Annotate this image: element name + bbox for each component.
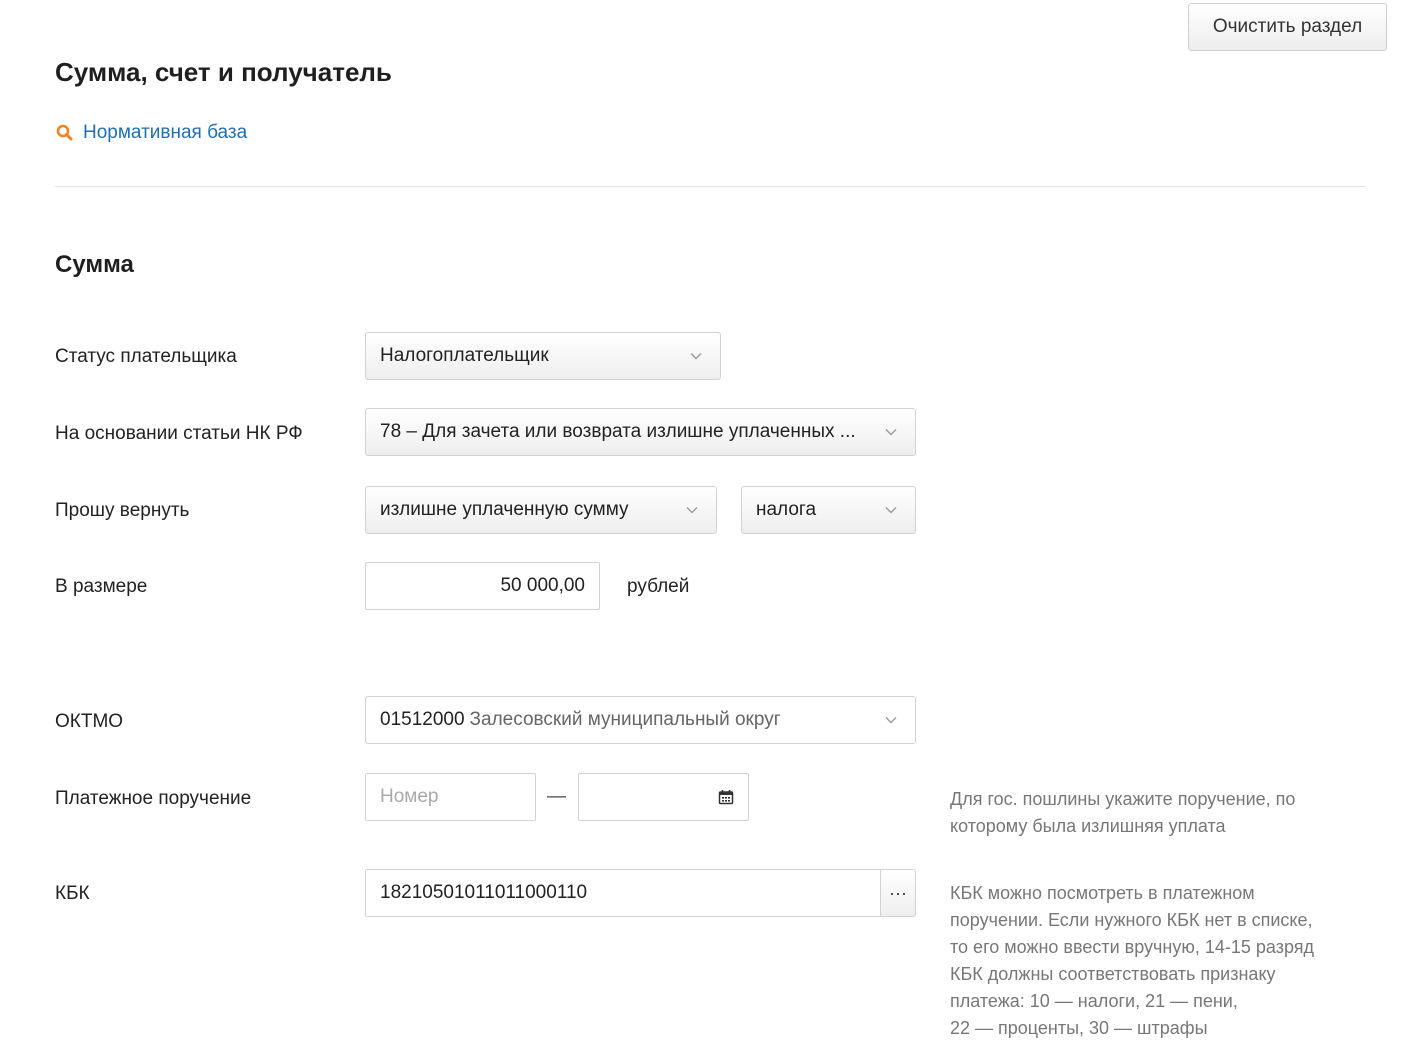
kbk-hint-line: то его можно ввести вручную, 14-15 разря… (950, 937, 1315, 957)
kbk-hint-line: поручении. Если нужного КБК нет в списке… (950, 910, 1313, 930)
payer-status-value: Налогоплательщик (380, 345, 549, 366)
kbk-label: КБК (55, 883, 90, 904)
payer-status-select[interactable]: Налогоплательщик (365, 332, 721, 380)
payment-order-number-placeholder: Номер (380, 786, 439, 807)
kbk-hint: КБК можно посмотреть в платежном поручен… (950, 880, 1370, 1042)
section-title: Сумма (55, 251, 134, 278)
oktmo-code: 01512000 (380, 709, 465, 730)
amount-input[interactable]: 50 000,00 (365, 562, 600, 610)
refund-of-value: налога (756, 499, 817, 520)
payment-order-number-input[interactable]: Номер (365, 773, 536, 821)
page-title: Сумма, счет и получатель (55, 57, 392, 87)
payer-status-label: Статус плательщика (55, 346, 237, 367)
normative-base-link[interactable]: Нормативная база (55, 122, 247, 144)
oktmo-name: Залесовский муниципальный округ (469, 709, 781, 730)
refund-what-value: излишне уплаченную сумму (380, 499, 629, 520)
chevron-down-icon (885, 507, 897, 514)
kbk-select-button[interactable]: ··· (880, 869, 916, 917)
chevron-down-icon (885, 717, 897, 724)
kbk-hint-line: 22 — проценты, 30 — штрафы (950, 1018, 1208, 1038)
amount-label: В размере (55, 576, 148, 597)
oktmo-select[interactable]: 01512000 Залесовский муниципальный округ (365, 696, 916, 744)
divider (55, 186, 1365, 187)
normative-base-label: Нормативная база (83, 122, 248, 143)
oktmo-label: ОКТМО (55, 711, 124, 732)
kbk-hint-line: платежа: 10 — налоги, 21 — пени, (950, 991, 1238, 1011)
article-select[interactable]: 78 – Для зачета или возврата излишне упл… (365, 408, 916, 456)
search-icon (55, 123, 75, 143)
payment-order-hint: Для гос. пошлины укажите поручение, по к… (950, 789, 1296, 836)
payment-order-date-input[interactable] (578, 773, 749, 821)
clear-section-button[interactable]: Очистить раздел (1188, 3, 1387, 51)
refund-label: Прошу вернуть (55, 500, 190, 521)
date-separator: — (547, 786, 566, 807)
amount-unit: рублей (627, 576, 690, 597)
article-value: 78 – Для зачета или возврата излишне упл… (380, 421, 856, 442)
kbk-hint-line: КБК можно посмотреть в платежном (950, 883, 1255, 903)
refund-what-select[interactable]: излишне уплаченную сумму (365, 486, 717, 534)
kbk-input[interactable]: 18210501011011000110 (365, 869, 881, 917)
kbk-hint-line: КБК должны соответствовать признаку (950, 964, 1276, 984)
chevron-down-icon (686, 507, 698, 514)
calendar-icon[interactable] (718, 789, 734, 805)
kbk-value: 18210501011011000110 (380, 882, 588, 903)
payment-order-label: Платежное поручение (55, 788, 252, 809)
refund-of-select[interactable]: налога (741, 486, 916, 534)
article-label: На основании статьи НК РФ (55, 423, 303, 444)
chevron-down-icon (690, 353, 702, 360)
chevron-down-icon (885, 429, 897, 436)
amount-value: 50 000,00 (500, 575, 585, 596)
